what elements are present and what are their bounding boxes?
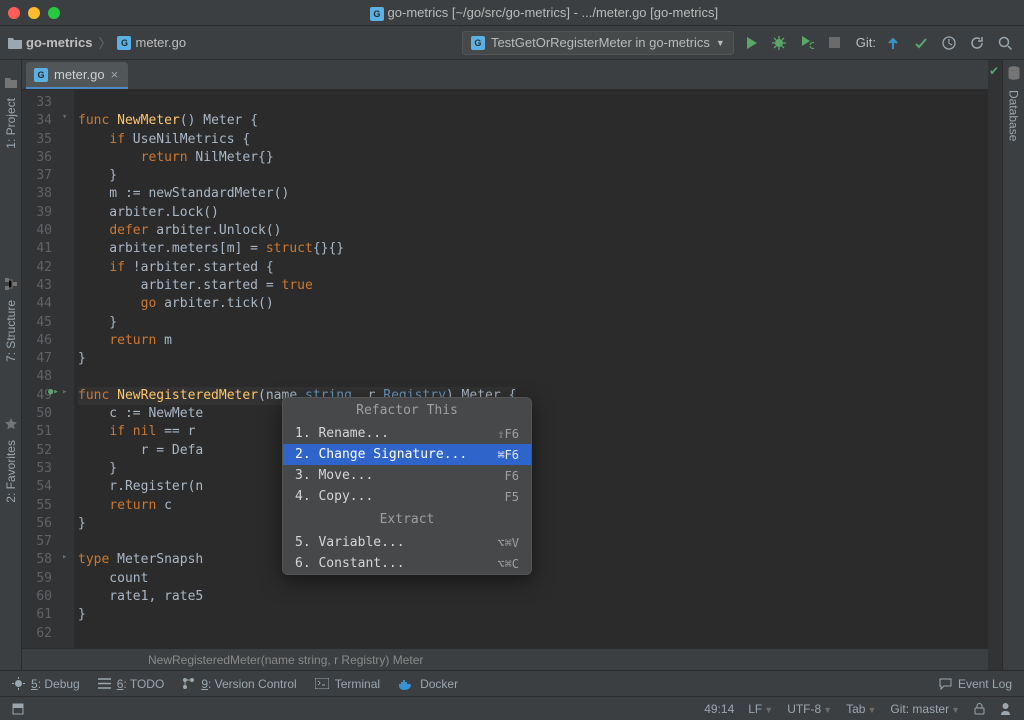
project-tool-icon[interactable] <box>5 78 17 88</box>
breadcrumb-file[interactable]: G meter.go <box>117 35 186 50</box>
popup-section-refactor: Refactor This <box>283 398 531 423</box>
run-config-label: TestGetOrRegisterMeter in go-metrics <box>491 35 710 50</box>
breadcrumb: go-metrics 〉 G meter.go <box>8 33 186 52</box>
right-tool-stripe: Database <box>1002 60 1024 670</box>
vcs-tool-button[interactable]: 9: Version Control <box>182 677 296 691</box>
close-window-button[interactable] <box>8 7 20 19</box>
docker-icon <box>398 678 414 690</box>
stop-button[interactable] <box>824 32 846 54</box>
minimize-window-button[interactable] <box>28 7 40 19</box>
editor-tabs: G meter.go × <box>22 60 988 90</box>
event-log-button[interactable]: Event Log <box>939 677 1012 691</box>
zoom-window-button[interactable] <box>48 7 60 19</box>
terminal-tool-button[interactable]: Terminal <box>315 677 380 691</box>
project-tool-label[interactable]: 1: Project <box>4 98 18 149</box>
structure-tool-label[interactable]: 7: Structure <box>4 300 18 362</box>
refactor-popup: Refactor This 1. Rename...⇧F62. Change S… <box>282 397 532 575</box>
debug-button[interactable] <box>768 32 790 54</box>
database-tool-icon[interactable] <box>1008 66 1020 80</box>
inspection-ok-icon: ✔ <box>989 64 999 78</box>
list-icon <box>98 678 111 689</box>
lock-icon[interactable] <box>974 702 985 715</box>
status-caret-pos[interactable]: 49:14 <box>704 702 734 716</box>
chevron-down-icon: ▼ <box>716 38 725 48</box>
popup-item[interactable]: 5. Variable...⌥⌘V <box>283 532 531 553</box>
docker-tool-label: Docker <box>420 677 458 691</box>
run-button[interactable] <box>740 32 762 54</box>
tab-label: meter.go <box>54 67 105 82</box>
caret-info-text: NewRegisteredMeter(name string, r Regist… <box>148 653 423 667</box>
vcs-update-button[interactable] <box>882 32 904 54</box>
status-square-icon[interactable] <box>12 703 24 715</box>
status-indent[interactable]: Tab▼ <box>846 702 876 716</box>
fold-gutter: ▾ ▸ ●▸ ▸ <box>60 90 74 648</box>
close-icon[interactable]: × <box>111 67 119 82</box>
bug-icon <box>12 677 25 690</box>
toolbar: go-metrics 〉 G meter.go G TestGetOrRegis… <box>0 26 1024 60</box>
window-controls <box>8 7 60 19</box>
run-config-selector[interactable]: G TestGetOrRegisterMeter in go-metrics ▼ <box>462 31 734 55</box>
popup-item[interactable]: 3. Move...F6 <box>283 465 531 486</box>
go-file-icon: G <box>370 7 384 21</box>
caret-info: NewRegisteredMeter(name string, r Regist… <box>22 648 988 670</box>
docker-tool-button[interactable]: Docker <box>398 677 458 691</box>
bottom-tool-stripe: 5: Debug 6: TODO 9: Version Control Term… <box>0 670 1024 696</box>
popup-item[interactable]: 2. Change Signature...⌘F6 <box>283 444 531 465</box>
vcs-revert-button[interactable] <box>966 32 988 54</box>
vcs-history-button[interactable] <box>938 32 960 54</box>
editor-area: G meter.go × 33 34 35 36 37 38 39 40 41 … <box>22 60 988 670</box>
terminal-tool-label: Terminal <box>335 677 380 691</box>
structure-tool-icon[interactable] <box>5 278 17 290</box>
vcs-commit-button[interactable] <box>910 32 932 54</box>
hector-icon[interactable] <box>999 702 1012 715</box>
left-tool-stripe: 1: Project 7: Structure 2: Favorites <box>0 60 22 670</box>
git-label: Git: <box>856 35 876 50</box>
popup-item[interactable]: 1. Rename...⇧F6 <box>283 423 531 444</box>
breadcrumb-sep: 〉 <box>98 33 111 52</box>
breadcrumb-project[interactable]: go-metrics <box>8 35 92 50</box>
body: 1: Project 7: Structure 2: Favorites G m… <box>0 60 1024 670</box>
window-title: G go-metrics [~/go/src/go-metrics] - ...… <box>72 5 1016 21</box>
window-title-text: go-metrics [~/go/src/go-metrics] - .../m… <box>388 5 719 20</box>
go-file-icon: G <box>34 68 48 82</box>
tab-meter-go[interactable]: G meter.go × <box>26 62 128 89</box>
status-bar: 49:14 LF▼ UTF-8▼ Tab▼ Git: master▼ <box>0 696 1024 720</box>
status-line-sep[interactable]: LF▼ <box>748 702 773 716</box>
todo-tool-button[interactable]: 6: TODO <box>98 677 165 691</box>
go-test-icon: G <box>471 36 485 50</box>
branch-icon <box>182 677 195 690</box>
go-file-icon: G <box>117 36 131 50</box>
speech-icon <box>939 678 952 690</box>
popup-item[interactable]: 6. Constant...⌥⌘C <box>283 553 531 574</box>
line-number-gutter: 33 34 35 36 37 38 39 40 41 42 43 44 45 4… <box>22 90 60 648</box>
search-button[interactable] <box>994 32 1016 54</box>
folder-icon <box>8 37 22 49</box>
titlebar: G go-metrics [~/go/src/go-metrics] - ...… <box>0 0 1024 26</box>
favorites-tool-label[interactable]: 2: Favorites <box>4 440 18 503</box>
status-encoding[interactable]: UTF-8▼ <box>787 702 832 716</box>
event-log-label: Event Log <box>958 677 1012 691</box>
terminal-icon <box>315 678 329 689</box>
popup-item[interactable]: 4. Copy...F5 <box>283 486 531 507</box>
breadcrumb-file-label: meter.go <box>135 35 186 50</box>
debug-tool-button[interactable]: 5: Debug <box>12 677 80 691</box>
breadcrumb-project-label: go-metrics <box>26 35 92 50</box>
popup-section-extract: Extract <box>283 507 531 532</box>
inspection-gutter: ✔ <box>988 60 1002 670</box>
status-git[interactable]: Git: master▼ <box>890 702 960 716</box>
code-editor[interactable]: 33 34 35 36 37 38 39 40 41 42 43 44 45 4… <box>22 90 988 648</box>
favorites-tool-icon[interactable] <box>5 418 17 430</box>
database-tool-label[interactable]: Database <box>1007 90 1021 141</box>
run-coverage-button[interactable] <box>796 32 818 54</box>
